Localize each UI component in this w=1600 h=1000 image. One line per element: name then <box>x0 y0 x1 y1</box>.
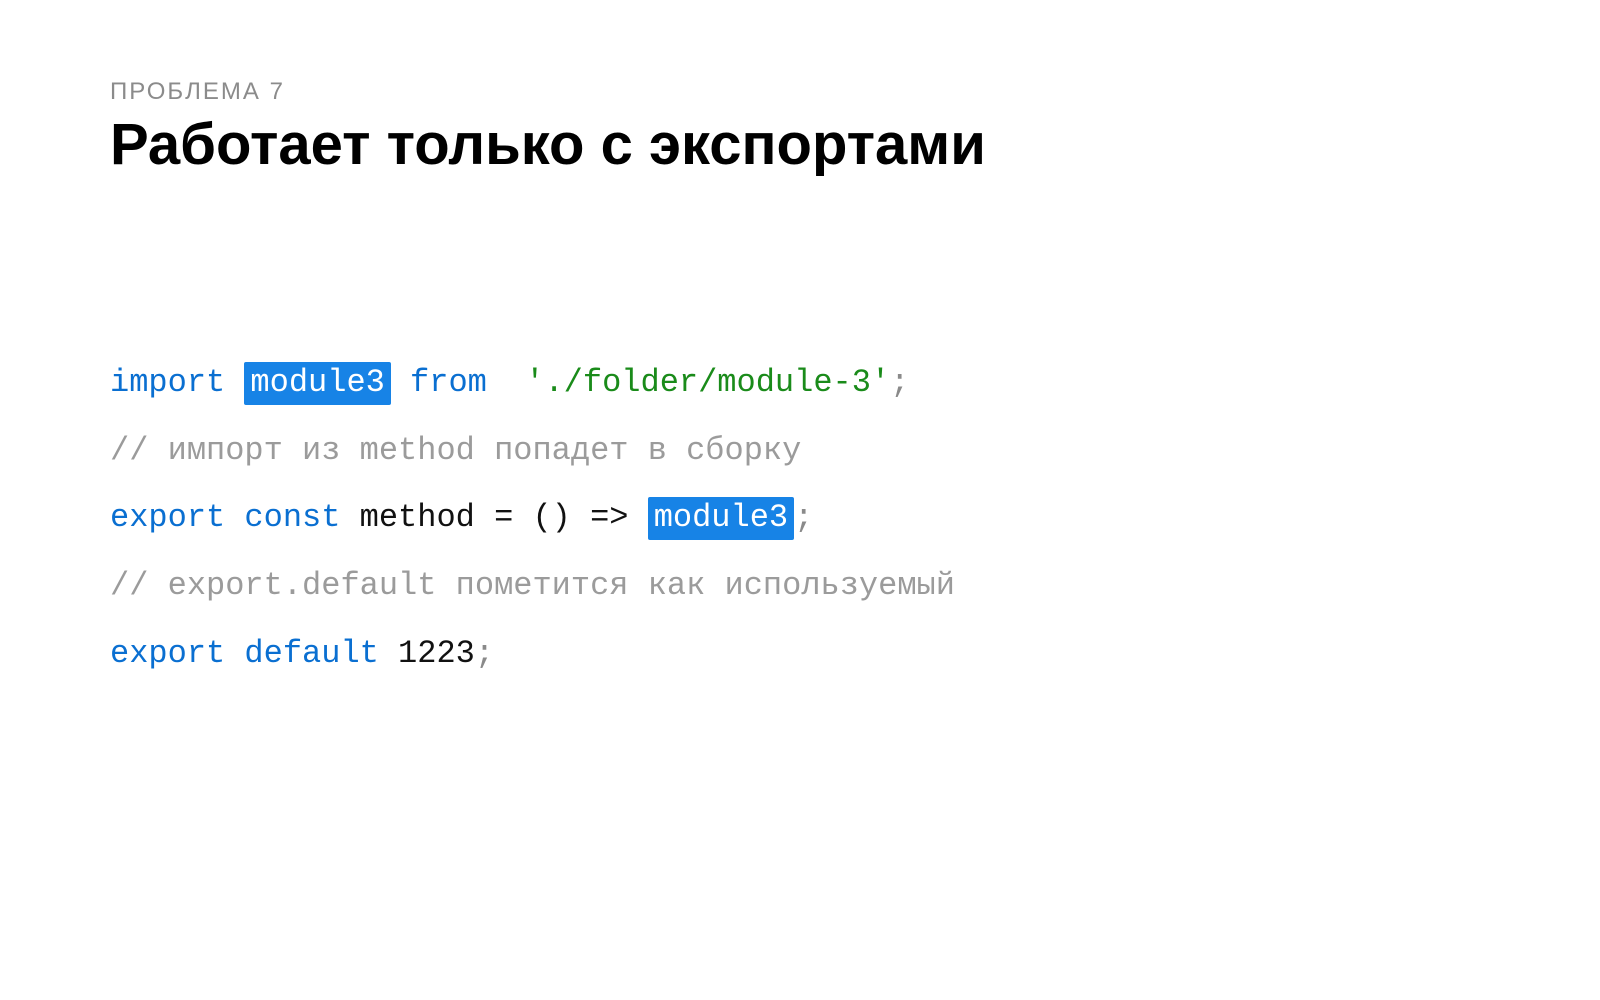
literal-value: 1223 <box>398 635 475 672</box>
string-path: './folder/module-3' <box>525 364 890 401</box>
code-block: import module3 from './folder/module-3';… <box>110 349 1490 688</box>
comment-line: // импорт из method попадет в сборку <box>110 432 801 469</box>
comment-line-2: // export.default пометится как использу… <box>110 567 955 604</box>
semicolon: ; <box>475 635 494 672</box>
keyword-export-2: export <box>110 635 225 672</box>
keyword-export: export <box>110 499 225 536</box>
semicolon: ; <box>890 364 909 401</box>
slide: ПРОБЛЕМА 7 Работает только с экспортами … <box>0 0 1600 1000</box>
keyword-import: import <box>110 364 225 401</box>
keyword-default: default <box>244 635 378 672</box>
slide-eyebrow: ПРОБЛЕМА 7 <box>110 78 1490 106</box>
slide-title: Работает только с экспортами <box>110 112 1490 179</box>
keyword-const: const <box>244 499 340 536</box>
semicolon: ; <box>794 499 813 536</box>
identifier-method: method = () => <box>360 499 629 536</box>
highlight-module3-2: module3 <box>648 497 794 540</box>
keyword-from: from <box>410 364 487 401</box>
highlight-module3: module3 <box>244 362 390 405</box>
